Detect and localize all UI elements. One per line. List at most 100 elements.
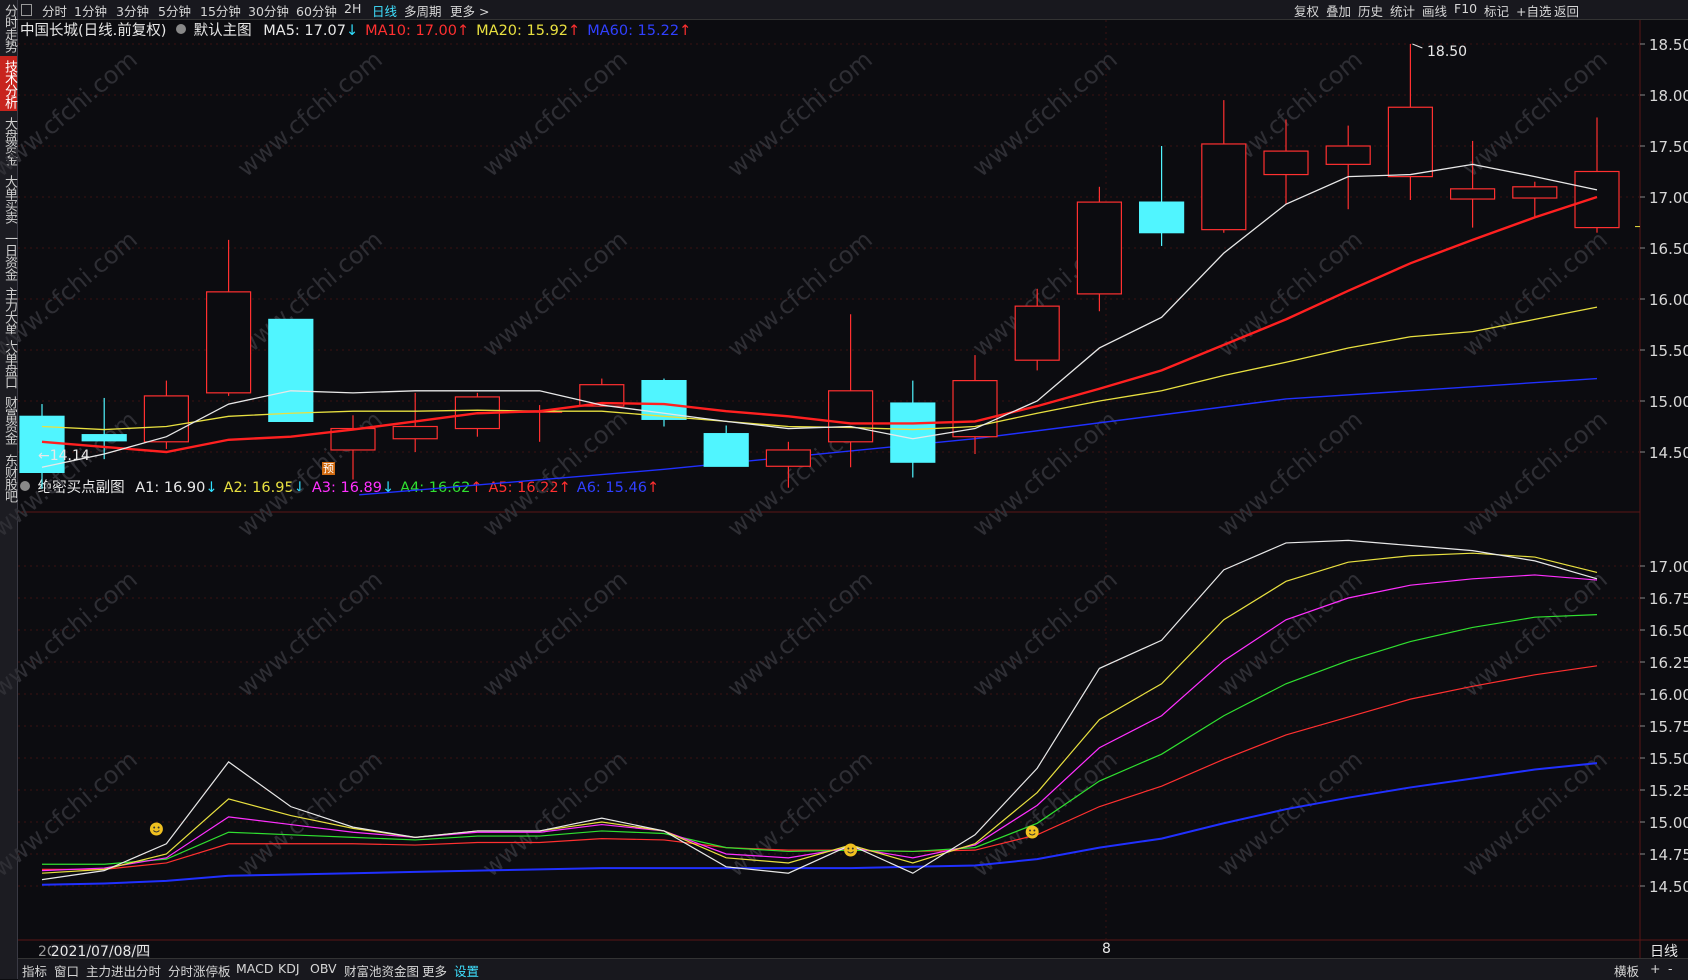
candle[interactable] xyxy=(1574,117,1620,233)
candle[interactable] xyxy=(1138,146,1185,246)
sidebar-tab-6[interactable]: 大单盘口 xyxy=(0,338,17,390)
period-tab-5[interactable]: 30分钟 xyxy=(248,1,289,20)
candle-body xyxy=(579,384,625,407)
period-tab-3[interactable]: 5分钟 xyxy=(158,1,191,20)
watermark-text: www.cfchi.com xyxy=(232,225,388,362)
sidebar-tab-5[interactable]: 主力大单 xyxy=(0,285,17,336)
watermark-text: www.cfchi.com xyxy=(232,565,388,702)
candle[interactable] xyxy=(143,380,189,449)
toolbar-right-4[interactable]: 画线 xyxy=(1422,1,1447,20)
candle[interactable] xyxy=(206,239,252,396)
sidebar-tab-3[interactable]: 大单买卖 xyxy=(0,170,17,227)
sub-line-arrow-2: ↓ xyxy=(382,480,395,496)
period-tab-2[interactable]: 3分钟 xyxy=(116,1,149,20)
candle[interactable] xyxy=(890,380,936,478)
main-chart-header: 中国长城(日线.前复权) 默认主图 MA5: 17.07↓ MA10: 17.00… xyxy=(20,19,691,40)
bottom-tab-1[interactable]: 窗口 xyxy=(54,961,79,980)
sidebar-tab-4[interactable]: 一日资金 xyxy=(0,229,17,283)
watermark-text: www.cfchi.com xyxy=(722,45,878,182)
candle[interactable] xyxy=(1201,100,1247,233)
sub-line-value-3: A4: 16.62 xyxy=(400,480,471,496)
candle-body xyxy=(1574,170,1620,229)
layout-icon[interactable] xyxy=(21,4,32,16)
period-tab-8[interactable]: 日线 xyxy=(372,1,397,20)
sidebar-tab-7[interactable]: 财富资金 xyxy=(0,392,17,448)
sub-tick-label: 16.00 xyxy=(1649,686,1688,704)
period-tab-7[interactable]: 2H xyxy=(344,1,361,16)
sidebar-tab-8[interactable]: 东财股吧 xyxy=(0,450,17,505)
period-tab-6[interactable]: 60分钟 xyxy=(296,1,337,20)
bottom-tab-2[interactable]: 主力进出分时 xyxy=(86,961,161,980)
ma-label-1: MA10: 17.00↑ xyxy=(365,23,469,39)
bottom-tab-9[interactable]: 设置 xyxy=(454,961,479,980)
toolbar-right-3[interactable]: 统计 xyxy=(1390,1,1415,20)
bottom-right-1[interactable]: + xyxy=(1650,961,1660,976)
bottom-tab-6[interactable]: OBV xyxy=(310,961,337,976)
watermark-text: www.cfchi.com xyxy=(722,565,878,702)
forecast-badge[interactable]: 预 xyxy=(322,462,335,475)
bottom-tab-8[interactable]: 更多 xyxy=(422,961,447,980)
candle[interactable] xyxy=(330,415,376,480)
toolbar-right-0[interactable]: 复权 xyxy=(1294,1,1319,20)
high-price-label: 18.50 xyxy=(1427,44,1468,60)
ma5-line xyxy=(41,163,1598,468)
bottom-right-2[interactable]: - xyxy=(1668,961,1673,976)
sub-chart-header: 绝密买点副图 A1: 16.90↓ A2: 16.95↓ A3: 16.89↓ A4:… xyxy=(20,476,659,497)
sub-tick-label: 15.25 xyxy=(1649,782,1688,800)
sub-indicator-name[interactable]: 绝密买点副图 xyxy=(38,480,125,496)
candle[interactable] xyxy=(1014,288,1060,371)
buy-signal-icon xyxy=(844,843,858,857)
candle[interactable] xyxy=(765,441,812,488)
toolbar-right-7[interactable]: +自选 xyxy=(1516,1,1551,20)
candle[interactable] xyxy=(516,405,563,442)
candle[interactable] xyxy=(1387,44,1434,201)
candle[interactable] xyxy=(827,314,874,468)
watermark-text: www.cfchi.com xyxy=(967,45,1123,182)
candle[interactable] xyxy=(579,378,625,407)
candle-body xyxy=(81,434,127,442)
toolbar-right-2[interactable]: 历史 xyxy=(1358,1,1383,20)
sub-indicator-toggle-icon[interactable] xyxy=(20,481,30,491)
bottom-tab-0[interactable]: 指标 xyxy=(22,961,47,980)
watermark-text: www.cfchi.com xyxy=(232,405,388,542)
toolbar-right-8[interactable]: 返回 xyxy=(1554,1,1579,20)
candle[interactable] xyxy=(268,318,314,422)
bottom-tab-3[interactable]: 分时涨停板 xyxy=(168,961,231,980)
candle[interactable] xyxy=(1263,119,1309,205)
bottom-tab-5[interactable]: KDJ xyxy=(278,961,300,976)
main-indicator-name[interactable]: 默认主图 xyxy=(194,23,252,39)
watermark-text: www.cfchi.com xyxy=(477,565,633,702)
period-tab-9[interactable]: 多周期 xyxy=(404,1,442,20)
candle[interactable] xyxy=(1076,186,1123,312)
period-tab-4[interactable]: 15分钟 xyxy=(200,1,241,20)
toolbar-right-6[interactable]: 标记 xyxy=(1484,1,1509,20)
sidebar-tab-1[interactable]: 技术分析 xyxy=(0,56,17,111)
sub-line-label-5: A6: 15.46↑ xyxy=(577,480,659,496)
candle[interactable] xyxy=(703,425,749,467)
candle[interactable] xyxy=(392,392,438,452)
bottom-tab-7[interactable]: 财富池资金图 xyxy=(344,961,419,980)
period-tab-10[interactable]: 更多 > xyxy=(450,1,489,20)
signal-mouth xyxy=(153,830,160,833)
candle[interactable] xyxy=(641,378,687,427)
candle[interactable] xyxy=(952,355,998,455)
candle[interactable] xyxy=(1512,181,1558,218)
sub-line-arrow-3: ↑ xyxy=(470,480,483,496)
candle[interactable] xyxy=(1449,140,1496,228)
period-tab-0[interactable]: 分时 xyxy=(42,1,67,20)
bottom-tab-4[interactable]: MACD xyxy=(236,961,273,976)
ma-arrow-0: ↓ xyxy=(345,23,359,39)
candle-body xyxy=(703,433,749,467)
sidebar-tab-2[interactable]: 大盘资金 xyxy=(0,113,17,168)
toolbar-right-1[interactable]: 叠加 xyxy=(1326,1,1351,20)
toolbar-right-5[interactable]: F10 xyxy=(1454,1,1477,16)
candle[interactable] xyxy=(1325,125,1371,210)
watermark-text: www.cfchi.com xyxy=(967,745,1123,882)
bottom-right-0[interactable]: 横板 xyxy=(1614,961,1639,980)
candle[interactable] xyxy=(454,392,500,437)
sidebar-tab-0[interactable]: 分时走势 xyxy=(0,0,17,56)
period-tab-1[interactable]: 1分钟 xyxy=(74,1,107,20)
watermark-text: www.cfchi.com xyxy=(967,405,1123,542)
left-sidebar: 分时走势 技术分析大盘资金大单买卖一日资金主力大单大单盘口财富资金东财股吧 xyxy=(0,0,18,979)
indicator-toggle-icon[interactable] xyxy=(176,24,187,34)
